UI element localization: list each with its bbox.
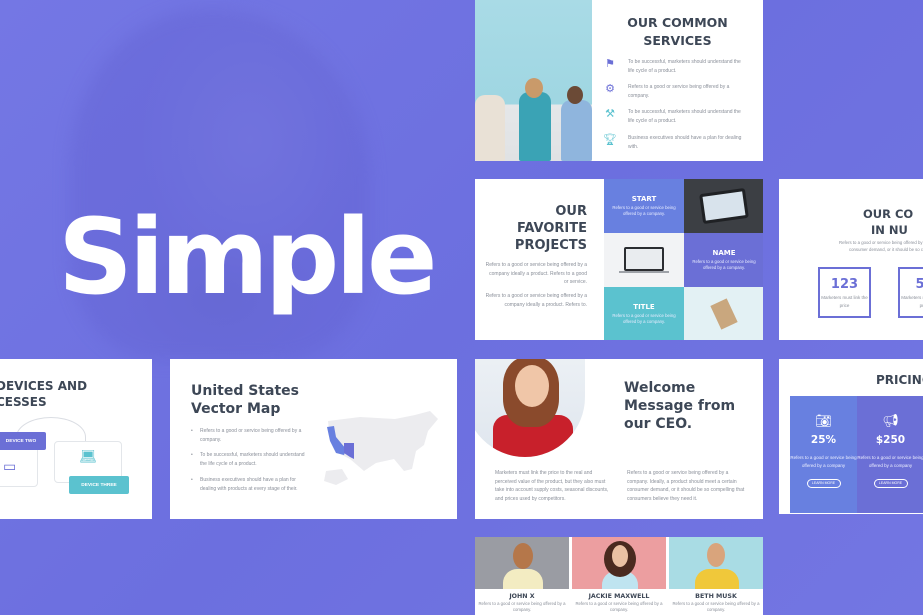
team-member: JOHN X Refers to a good or service being…	[475, 537, 569, 615]
projects-description: Refers to a good or service being offere…	[485, 293, 587, 308]
member-photo	[669, 537, 763, 589]
pricing-title: PRICING	[876, 373, 923, 387]
tools-icon: ⚒	[605, 108, 615, 120]
team-member: BETH MUSK Refers to a good or service be…	[669, 537, 763, 615]
map-bullet: • Refers to a good or service being offer…	[191, 428, 302, 443]
slide-ceo-message[interactable]: Welcome Message from our CEO. Marketers …	[475, 359, 763, 519]
slide-team[interactable]: JOHN X Refers to a good or service being…	[475, 537, 763, 615]
ceo-title: Welcome Message from our CEO.	[624, 380, 736, 432]
map-bullet: • To be successful, marketers should unde…	[191, 452, 305, 467]
projects-title: OUR FAVORITE PROJECTS	[514, 204, 587, 253]
camera-icon: 📷︎	[815, 413, 832, 428]
numbers-subtitle: Refers to a good or service being offere…	[839, 240, 923, 252]
slide-our-company-numbers[interactable]: OUR CO IN NU Refers to a good or service…	[779, 179, 923, 340]
map-bullet: • Business executives should have a plan …	[191, 477, 298, 492]
slide-common-services[interactable]: OUR COMMON SERVICES ⚑ To be successful, …	[475, 0, 763, 161]
alaska-shape	[324, 469, 348, 485]
learn-more-button[interactable]: LEARN MORE	[806, 479, 841, 488]
team-member: JACKIE MAXWELL Refers to a good or servi…	[572, 537, 666, 615]
projects-description: Refers to a good or service being offere…	[485, 262, 587, 285]
slide-us-vector-map[interactable]: United States Vector Map • Refers to a go…	[170, 359, 457, 519]
project-image-tablet	[684, 179, 763, 233]
service-item: ⚒ To be successful, marketers should und…	[603, 108, 748, 126]
device-two-label: DEVICE TWO	[0, 432, 46, 450]
pricing-plan: 📢︎ $250 Refers to a good or service bein…	[857, 396, 923, 513]
project-image-cards	[684, 287, 763, 340]
ceo-paragraph: Marketers must link the price to the rea…	[495, 470, 609, 502]
slide-favorite-projects[interactable]: OUR FAVORITE PROJECTS Refers to a good o…	[475, 179, 763, 340]
monitor-icon: ▭	[3, 458, 17, 474]
ceo-photo	[475, 359, 585, 457]
hero-title: Simple	[58, 196, 438, 318]
laptop-icon: 💻︎	[79, 448, 97, 464]
flag-icon: ⚑	[605, 58, 615, 70]
services-photo	[475, 0, 592, 161]
project-image-laptop	[604, 233, 684, 287]
us-map	[324, 411, 438, 485]
services-title: OUR COMMON SERVICES	[627, 15, 728, 48]
member-photo	[475, 537, 569, 589]
member-photo	[572, 537, 666, 589]
ceo-paragraph: Refers to a good or service being offere…	[627, 470, 745, 502]
service-item: ⚑ To be successful, marketers should und…	[603, 58, 748, 76]
service-item: 🏆︎ Business executives should have a pla…	[603, 134, 742, 150]
slide-devices-processes[interactable]: DEVICES AND CESSES ▭ DEVICE TWO 💻︎ DEVIC…	[0, 359, 152, 519]
trophy-icon: 🏆︎	[603, 134, 617, 146]
device-card: ▭	[0, 445, 38, 487]
numbers-title: OUR CO IN NU	[863, 207, 914, 237]
service-item: ⚙ Refers to a good or service being offe…	[603, 83, 748, 101]
project-tile-name[interactable]: NAME Refers to a good or service being o…	[684, 233, 763, 287]
device-three-label: DEVICE THREE	[69, 476, 129, 494]
devices-title: DEVICES AND CESSES	[0, 379, 88, 409]
project-tile-title[interactable]: TITLE Refers to a good or service being …	[604, 287, 684, 340]
project-tile-start[interactable]: START Refers to a good or service being …	[604, 179, 684, 233]
pricing-plan: 📷︎ 25% Refers to a good or service being…	[790, 396, 857, 513]
gear-icon: ⚙	[605, 83, 615, 95]
stat-box: 123 Marketers must link the price	[818, 267, 871, 318]
megaphone-icon: 📢︎	[882, 413, 899, 428]
us-map-base	[328, 411, 438, 471]
learn-more-button[interactable]: LEARN MORE	[873, 479, 908, 488]
map-title: United States Vector Map	[191, 383, 299, 417]
slide-pricing[interactable]: PRICING 📷︎ 25% Refers to a good or servi…	[779, 359, 923, 514]
stat-box: 54 Marketers must link the price	[898, 267, 923, 318]
